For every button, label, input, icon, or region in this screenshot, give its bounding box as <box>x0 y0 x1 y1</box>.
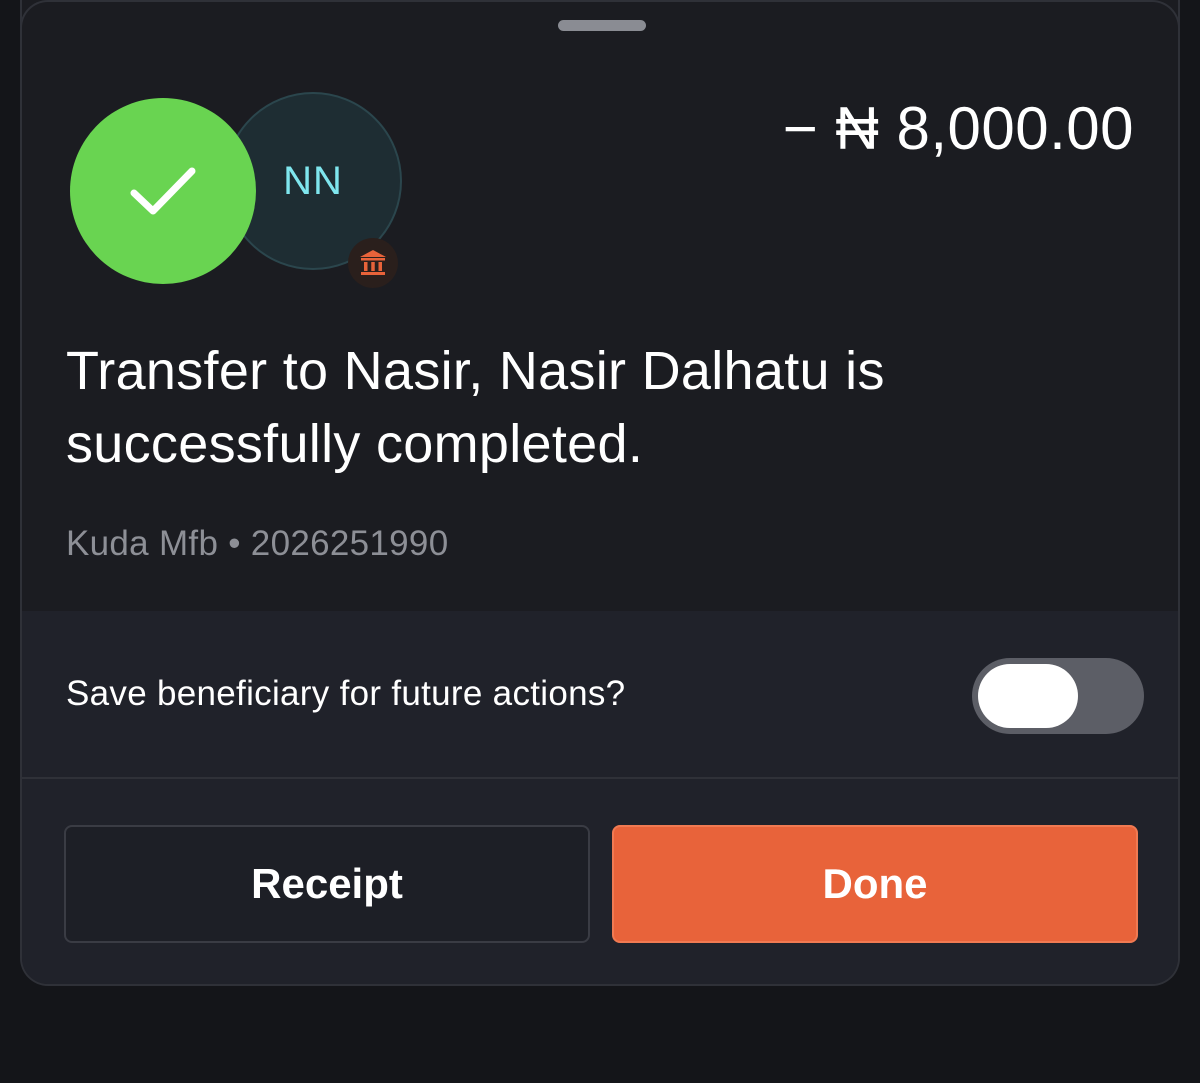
transfer-amount: − ₦ 8,000.00 <box>782 95 1134 162</box>
success-message: Transfer to Nasir, Nasir Dalhatu is succ… <box>66 341 885 474</box>
account-details: Kuda Mfb • 2026251990 <box>66 524 449 563</box>
save-beneficiary-toggle[interactable] <box>972 658 1144 734</box>
done-button[interactable]: Done <box>612 825 1138 943</box>
success-badge <box>70 98 256 284</box>
save-beneficiary-label: Save beneficiary for future actions? <box>66 674 626 713</box>
action-footer: Receipt Done <box>22 779 1178 984</box>
save-beneficiary-row: Save beneficiary for future actions? <box>22 611 1178 779</box>
checkmark-icon <box>130 167 196 215</box>
transfer-success-sheet: NN − ₦ 8,000.00 Transfer to Nasir, Nasir… <box>20 0 1180 986</box>
drag-handle[interactable] <box>558 20 646 31</box>
avatar-group: NN <box>68 92 408 292</box>
receipt-button[interactable]: Receipt <box>64 825 590 943</box>
toggle-knob <box>978 664 1078 728</box>
bank-icon <box>348 238 398 288</box>
